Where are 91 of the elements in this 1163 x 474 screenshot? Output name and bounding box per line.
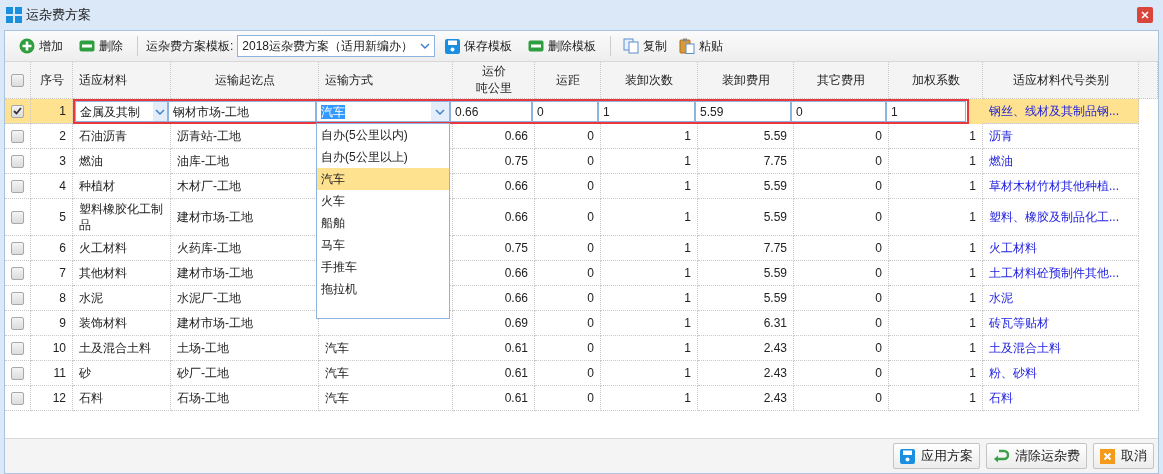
save-icon bbox=[900, 448, 915, 464]
value-field[interactable]: 0 bbox=[532, 101, 598, 122]
table-cell: 汽车 bbox=[319, 386, 453, 411]
column-header: 适应材料 bbox=[79, 71, 127, 89]
table-cell: 0 bbox=[794, 386, 889, 411]
checkbox[interactable] bbox=[11, 73, 24, 87]
column-header: 适应材料代号类别 bbox=[1012, 71, 1109, 89]
category-link[interactable]: 石料 bbox=[983, 386, 1139, 411]
close-icon bbox=[1100, 448, 1115, 464]
dropdown-option[interactable]: 船舶 bbox=[317, 212, 449, 234]
close-button[interactable] bbox=[1137, 7, 1153, 23]
clipboard-icon bbox=[679, 38, 696, 54]
table-cell: 石料 bbox=[73, 386, 171, 411]
caret-icon bbox=[435, 108, 445, 115]
save-template-button[interactable]: 保存模板 bbox=[439, 34, 519, 58]
column-header: 加权系数 bbox=[911, 71, 960, 89]
dropdown-option[interactable]: 汽车 bbox=[317, 168, 449, 190]
checkbox[interactable] bbox=[11, 104, 24, 118]
dropdown-option[interactable]: 手推车 bbox=[317, 256, 449, 278]
checkbox[interactable] bbox=[11, 391, 24, 405]
value-field[interactable]: 1 bbox=[886, 101, 966, 122]
table-cell: 0 bbox=[535, 386, 601, 411]
table-cell: 0.61 bbox=[453, 386, 535, 411]
dropdown-option[interactable]: 马车 bbox=[317, 234, 449, 256]
row-number[interactable]: 12 bbox=[31, 386, 73, 411]
checkbox[interactable] bbox=[11, 210, 24, 224]
copy-icon bbox=[623, 38, 640, 54]
app-grid-icon bbox=[6, 7, 22, 23]
column-header: 序号 bbox=[39, 71, 64, 89]
add-button[interactable]: 增加 bbox=[13, 34, 69, 58]
value-field[interactable]: 1 bbox=[598, 101, 695, 122]
template-label: 运杂费方案模板: bbox=[146, 38, 234, 55]
template-dropdown[interactable]: 2018运杂费方案（适用新编办） bbox=[237, 35, 436, 57]
dropdown-option[interactable]: 自办(5公里以上) bbox=[317, 146, 449, 168]
close-icon bbox=[1141, 11, 1149, 19]
clear-button[interactable]: 清除运杂费 bbox=[986, 443, 1087, 469]
column-header: 吨公里 bbox=[475, 80, 512, 97]
apply-button[interactable]: 应用方案 bbox=[893, 443, 980, 469]
row-number[interactable]: 9 bbox=[31, 311, 73, 336]
column-header: 运输方式 bbox=[325, 71, 373, 89]
checkbox[interactable] bbox=[11, 341, 24, 355]
row-number[interactable]: 2 bbox=[31, 124, 73, 149]
checkbox[interactable] bbox=[11, 129, 24, 143]
return-arrow-icon bbox=[993, 449, 1009, 463]
delete-template-button[interactable]: 删除模板 bbox=[522, 34, 603, 58]
row-number[interactable]: 1 bbox=[31, 99, 73, 124]
plus-icon bbox=[19, 38, 35, 54]
table-cell: 1 bbox=[889, 386, 983, 411]
minus-icon bbox=[79, 40, 95, 52]
value-field[interactable]: 0.66 bbox=[450, 101, 532, 122]
window-title: 运杂费方案 bbox=[26, 6, 92, 25]
checkbox[interactable] bbox=[11, 266, 24, 280]
row-number[interactable]: 3 bbox=[31, 149, 73, 174]
delete-button[interactable]: 删除 bbox=[73, 34, 129, 58]
checkbox[interactable] bbox=[11, 366, 24, 380]
caret-icon bbox=[155, 108, 165, 115]
paste-button[interactable]: 粘贴 bbox=[675, 34, 728, 58]
copy-button[interactable]: 复制 bbox=[619, 34, 672, 58]
value-field[interactable]: 0 bbox=[791, 101, 886, 122]
checkbox[interactable] bbox=[11, 291, 24, 305]
save-icon bbox=[445, 38, 461, 54]
value-field[interactable]: 5.59 bbox=[695, 101, 791, 122]
column-header: 装卸次数 bbox=[625, 71, 673, 89]
dropdown-option[interactable]: 自办(5公里以内) bbox=[317, 124, 449, 146]
route-field[interactable]: 钢材市场-工地 bbox=[168, 101, 316, 122]
row-number[interactable]: 11 bbox=[31, 361, 73, 386]
column-header: 运价 bbox=[481, 63, 506, 80]
row-number[interactable]: 6 bbox=[31, 236, 73, 261]
row-number[interactable]: 10 bbox=[31, 336, 73, 361]
checkbox[interactable] bbox=[11, 154, 24, 168]
checkbox[interactable] bbox=[11, 179, 24, 193]
table-cell: 石场-工地 bbox=[171, 386, 319, 411]
table-cell: 2.43 bbox=[698, 386, 794, 411]
material-dropdown[interactable]: 金属及其制 bbox=[75, 101, 168, 122]
checkbox[interactable] bbox=[11, 316, 24, 330]
caret-icon bbox=[420, 43, 431, 49]
checkmark-icon bbox=[13, 107, 22, 115]
row-number[interactable]: 5 bbox=[31, 199, 73, 236]
row-number[interactable]: 7 bbox=[31, 261, 73, 286]
column-header: 运输起讫点 bbox=[214, 71, 275, 89]
table-cell: 1 bbox=[601, 386, 698, 411]
column-header: 装卸费用 bbox=[721, 71, 770, 89]
column-header: 运距 bbox=[555, 71, 580, 89]
dropdown-option[interactable]: 火车 bbox=[317, 190, 449, 212]
row-number[interactable]: 4 bbox=[31, 174, 73, 199]
cancel-button[interactable]: 取消 bbox=[1093, 443, 1154, 469]
minus-icon bbox=[528, 40, 545, 52]
checkbox[interactable] bbox=[11, 241, 24, 255]
dropdown-option[interactable]: 拖拉机 bbox=[317, 278, 449, 300]
column-header: 其它费用 bbox=[817, 71, 865, 89]
row-number[interactable]: 8 bbox=[31, 286, 73, 311]
